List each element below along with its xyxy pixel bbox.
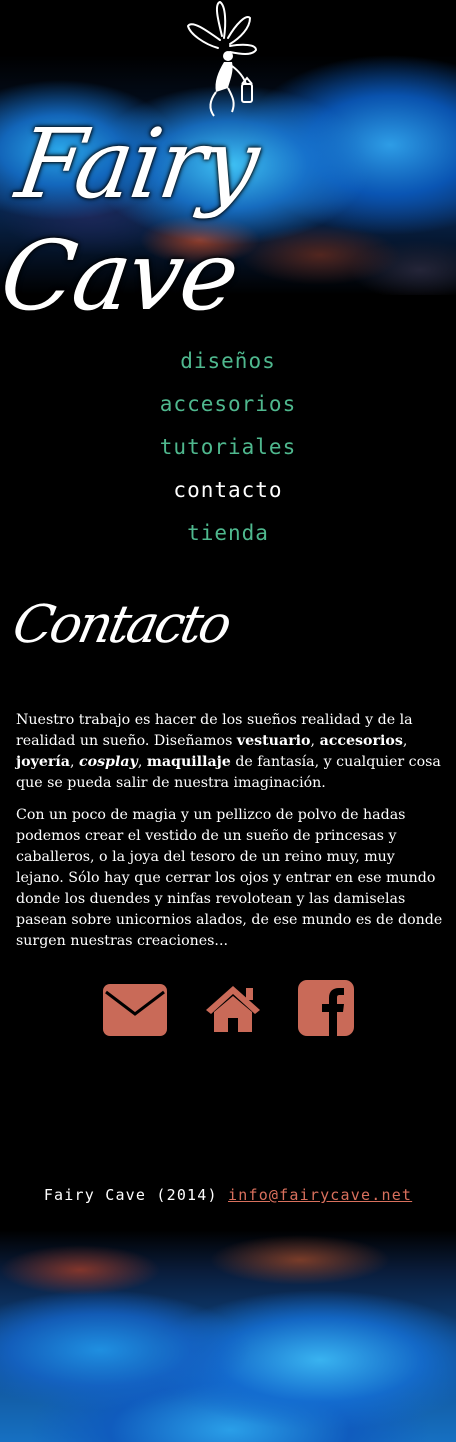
keyword-joyeria: joyería <box>16 754 70 770</box>
nav-item-disenos[interactable]: diseños <box>0 340 456 383</box>
nav-item-tienda[interactable]: tienda <box>0 512 456 555</box>
nav-item-accesorios[interactable]: accesorios <box>0 383 456 426</box>
text-segment: , <box>137 754 147 770</box>
keyword-maquillaje: maquillaje <box>146 754 231 770</box>
page-title: Contacto <box>7 595 235 655</box>
paragraph-intro: Nuestro trabajo es hacer de los sueños r… <box>16 710 444 794</box>
keyword-cosplay: cosplay <box>78 754 138 770</box>
email-link[interactable]: info@fairycave.net <box>228 1186 412 1204</box>
site-footer: Fairy Cave (2014) info@fairycave.net <box>0 1186 456 1204</box>
nav-item-contacto[interactable]: contacto <box>0 469 456 512</box>
copyright-text: Fairy Cave (2014) <box>43 1186 218 1204</box>
fairy-icon <box>187 1 257 117</box>
nav-item-tutoriales[interactable]: tutoriales <box>0 426 456 469</box>
text-segment: , <box>310 733 320 749</box>
main-nav: diseños accesorios tutoriales contacto t… <box>0 340 456 555</box>
home-icon[interactable] <box>204 984 262 1032</box>
paragraph-magic: Con un poco de magia y un pellizco de po… <box>16 807 443 949</box>
envelope-icon[interactable] <box>103 984 167 1036</box>
keyword-vestuario: vestuario <box>236 733 311 749</box>
facebook-icon[interactable] <box>298 980 354 1036</box>
cave-footer-background <box>0 1230 456 1442</box>
site-logo[interactable]: Fairy Cave <box>0 108 456 330</box>
social-icons <box>0 978 456 1040</box>
site-header: Fairy Cave <box>0 0 456 330</box>
text-segment: , <box>402 733 408 749</box>
keyword-accesorios: accesorios <box>319 733 403 749</box>
text-segment: , <box>69 754 79 770</box>
content-text: Nuestro trabajo es hacer de los sueños r… <box>16 710 444 963</box>
